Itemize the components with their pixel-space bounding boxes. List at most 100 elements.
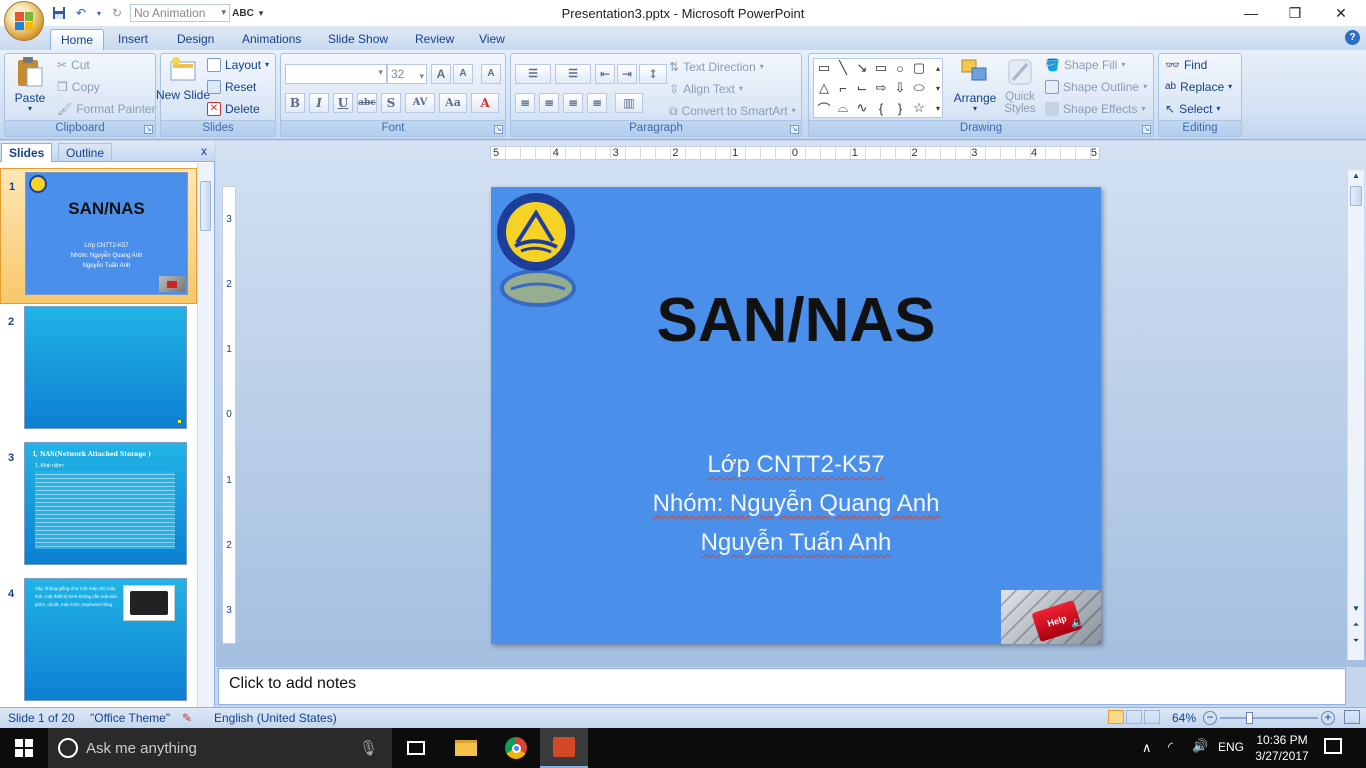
numbering-button[interactable]: ☰	[555, 64, 591, 84]
notes-pane[interactable]: Click to add notes	[218, 668, 1346, 705]
align-center-button[interactable]: ≡	[539, 93, 559, 113]
elbow-connector-shape-icon[interactable]: ⌐	[835, 81, 851, 96]
curve-shape-icon[interactable]: ⌒	[816, 101, 832, 117]
star-shape-icon[interactable]: ☆	[911, 100, 927, 115]
convert-smartart-button[interactable]: ⧉ Convert to SmartArt ▾	[669, 102, 796, 120]
character-spacing-button[interactable]: AV	[405, 93, 435, 113]
chrome-icon[interactable]	[492, 728, 540, 768]
right-brace-shape-icon[interactable]: }	[892, 101, 908, 116]
justify-button[interactable]: ≡	[587, 93, 607, 113]
strikethrough-button[interactable]: abc	[357, 93, 377, 113]
copy-button[interactable]: ❐ Copy	[57, 78, 100, 96]
editor-scroll-thumb[interactable]	[1350, 186, 1362, 206]
previous-slide-icon[interactable]: ⏶	[1349, 620, 1363, 632]
slide-thumbnail-3[interactable]: 3 I, NAS(Network Attached Storage ) 1, K…	[0, 440, 197, 576]
start-button[interactable]	[0, 728, 48, 768]
flowchart-shape-icon[interactable]: ⬭	[911, 80, 927, 95]
line-shape-icon[interactable]: ╲	[835, 60, 851, 75]
tab-insert[interactable]: Insert	[108, 29, 158, 50]
align-left-button[interactable]: ≡	[515, 93, 535, 113]
panel-scrollbar[interactable]	[197, 163, 214, 707]
tab-outline[interactable]: Outline	[58, 143, 113, 162]
increase-indent-button[interactable]: ⇥	[617, 64, 637, 84]
wifi-icon[interactable]: ◜	[1168, 739, 1173, 755]
zoom-out-icon[interactable]: −	[1203, 711, 1217, 725]
zoom-in-icon[interactable]: +	[1321, 711, 1335, 725]
select-button[interactable]: ↖ Select ▾	[1165, 100, 1220, 118]
text-shadow-button[interactable]: S	[381, 93, 401, 113]
tab-slides[interactable]: Slides	[1, 143, 53, 162]
decrease-indent-button[interactable]: ⇤	[595, 64, 615, 84]
tab-home[interactable]: Home	[50, 29, 105, 50]
font-color-button[interactable]: A	[471, 93, 499, 113]
font-name-combo[interactable]: ▾	[285, 64, 387, 84]
spelling-status-icon[interactable]: ✎	[182, 711, 192, 725]
connector-shape-icon[interactable]: ⌙	[854, 80, 870, 95]
vertical-ruler[interactable]: 3210123	[222, 186, 236, 644]
slide-title[interactable]: SAN/NAS	[491, 285, 1101, 356]
arc-shape-icon[interactable]: ⌓	[835, 100, 851, 115]
slide-subtitle-line-2[interactable]: Nhóm: Nguyễn Quang Anh	[491, 490, 1101, 518]
help-icon[interactable]: ?	[1345, 30, 1360, 45]
underline-button[interactable]: U	[333, 93, 353, 113]
editor-scrollbar[interactable]: ▲ ▼ ⏶ ⏷	[1347, 170, 1364, 660]
slideshow-view-icon[interactable]	[1144, 710, 1160, 724]
arrange-button[interactable]: Arrange ▾	[949, 56, 1001, 113]
task-view-icon[interactable]	[392, 728, 440, 768]
shape-effects-button[interactable]: Shape Effects ▾	[1045, 100, 1146, 118]
oval-shape-icon[interactable]: ○	[892, 61, 908, 76]
input-language[interactable]: ENG	[1218, 740, 1244, 754]
slide-subtitle-line-3[interactable]: Nguyễn Tuấn Anh	[491, 529, 1101, 557]
align-text-button[interactable]: ⇳ Align Text ▾	[669, 80, 743, 98]
clock[interactable]: 10:36 PM 3/27/2017	[1250, 732, 1314, 764]
panel-scroll-thumb[interactable]	[200, 181, 211, 231]
clipboard-launcher-icon[interactable]: ↘	[144, 125, 153, 134]
restore-button[interactable]: ❐	[1272, 0, 1318, 26]
horizontal-ruler[interactable]: 54321012345	[490, 146, 1100, 160]
wave-shape-icon[interactable]: ∿	[854, 100, 870, 115]
rounded-rect-shape-icon[interactable]: ▢	[911, 60, 927, 75]
shrink-font-button[interactable]: A	[453, 64, 473, 84]
shape-outline-button[interactable]: Shape Outline ▾	[1045, 78, 1147, 96]
next-slide-icon[interactable]: ⏷	[1349, 636, 1363, 648]
action-center-icon[interactable]	[1324, 738, 1342, 754]
cut-button[interactable]: ✂ Cut	[57, 56, 90, 74]
cortana-search-box[interactable]: Ask me anything 🎙	[48, 728, 392, 768]
font-size-combo[interactable]: 32 ▾	[387, 64, 427, 84]
scroll-down-icon[interactable]: ▼	[1349, 604, 1363, 616]
tab-design[interactable]: Design	[167, 29, 224, 50]
speaker-icon[interactable]: 🔈	[1071, 616, 1085, 629]
close-button[interactable]: ✕	[1318, 0, 1364, 26]
powerpoint-taskbar-icon[interactable]	[540, 728, 588, 768]
office-button[interactable]	[4, 1, 44, 41]
right-arrow-shape-icon[interactable]: ⇨	[873, 80, 889, 95]
panel-close-button[interactable]: x	[201, 144, 207, 158]
scroll-up-icon[interactable]: ▲	[1349, 171, 1363, 185]
gallery-down-icon[interactable]: ▾	[930, 81, 946, 95]
layout-button[interactable]: Layout ▾	[207, 56, 269, 74]
align-right-button[interactable]: ≡	[563, 93, 583, 113]
gallery-up-icon[interactable]: ▴	[930, 61, 946, 75]
format-painter-button[interactable]: 🖌 Format Painter	[57, 100, 156, 118]
gallery-more-icon[interactable]: ▾	[930, 101, 946, 115]
columns-button[interactable]: ▥	[615, 93, 643, 113]
slide-thumbnail-2[interactable]: 2	[0, 304, 197, 440]
paragraph-launcher-icon[interactable]: ↘	[790, 125, 799, 134]
minimize-button[interactable]: —	[1228, 0, 1274, 26]
left-brace-shape-icon[interactable]: {	[873, 101, 889, 116]
tab-view[interactable]: View	[469, 29, 515, 50]
show-hidden-icons-icon[interactable]: ∧	[1142, 740, 1152, 756]
fit-to-window-icon[interactable]	[1344, 710, 1360, 724]
bullets-button[interactable]: ☰	[515, 64, 551, 84]
change-case-button[interactable]: Aa	[439, 93, 467, 113]
zoom-slider[interactable]	[1220, 717, 1318, 719]
theme-status[interactable]: "Office Theme"	[90, 711, 170, 725]
triangle-shape-icon[interactable]: △	[816, 80, 832, 95]
zoom-slider-thumb[interactable]	[1246, 712, 1253, 724]
text-direction-button[interactable]: ⇅ Text Direction ▾	[669, 58, 764, 76]
down-arrow-shape-icon[interactable]: ⇩	[892, 80, 908, 95]
quick-styles-button[interactable]: Quick Styles	[1001, 56, 1039, 115]
line-spacing-button[interactable]: ↕	[639, 64, 667, 84]
slide-sorter-view-icon[interactable]	[1126, 710, 1142, 724]
file-explorer-icon[interactable]	[442, 728, 490, 768]
